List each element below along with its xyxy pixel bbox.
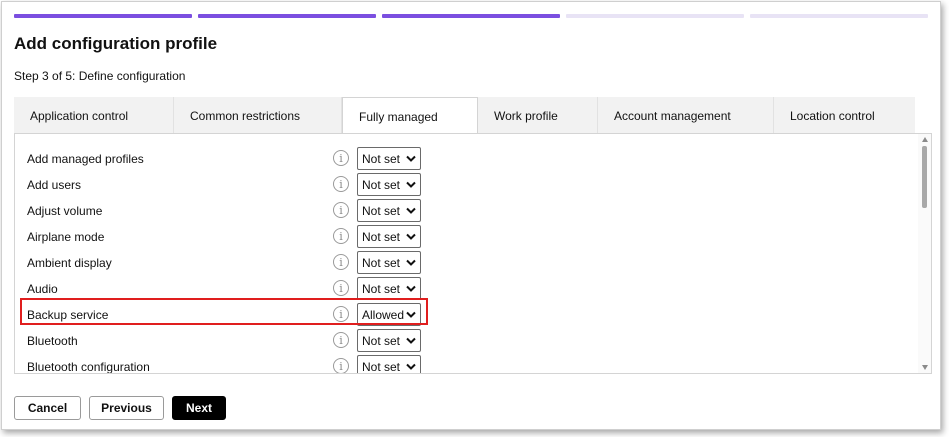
scrollbar[interactable] [918, 134, 931, 373]
info-icon[interactable]: i [333, 150, 349, 166]
chevron-down-icon [406, 363, 416, 370]
setting-select[interactable]: Not set [357, 225, 421, 248]
tab-common-restrictions[interactable]: Common restrictions [174, 97, 342, 133]
setting-select[interactable]: Not set [357, 355, 421, 374]
scrollbar-thumb[interactable] [922, 146, 927, 208]
info-icon[interactable]: i [333, 332, 349, 348]
tab-bar: Application control Common restrictions … [14, 97, 915, 134]
progress-segment-1 [14, 14, 192, 18]
info-icon[interactable]: i [333, 254, 349, 270]
settings-panel: Add managed profiles i Not set Add users… [14, 133, 932, 374]
setting-label: Bluetooth [27, 334, 78, 348]
chevron-down-icon [406, 181, 416, 188]
setting-row: Bluetooth i Not set [15, 328, 445, 354]
progress-segment-3 [382, 14, 560, 18]
setting-select-value: Not set [362, 360, 401, 374]
setting-row: Add users i Not set [15, 172, 445, 198]
progress-segment-5 [750, 14, 928, 18]
tab-work-profile[interactable]: Work profile [478, 97, 598, 133]
progress-bar [14, 14, 928, 18]
setting-label: Add users [27, 178, 82, 192]
setting-label: Bluetooth configuration [27, 360, 150, 374]
progress-segment-4 [566, 14, 744, 18]
highlight-box [20, 298, 428, 325]
setting-select-value: Not set [362, 230, 401, 244]
setting-label: Adjust volume [27, 204, 103, 218]
setting-label: Audio [27, 282, 58, 296]
tab-application-control[interactable]: Application control [14, 97, 174, 133]
chevron-down-icon [406, 155, 416, 162]
page-title: Add configuration profile [14, 34, 218, 53]
info-icon[interactable]: i [333, 280, 349, 296]
setting-select[interactable]: Not set [357, 329, 421, 352]
chevron-down-icon [406, 207, 416, 214]
setting-select[interactable]: Not set [357, 199, 421, 222]
chevron-down-icon [406, 233, 416, 240]
setting-select-value: Not set [362, 204, 401, 218]
setting-row: Add managed profiles i Not set [15, 146, 445, 172]
info-icon[interactable]: i [333, 228, 349, 244]
chevron-down-icon [406, 285, 416, 292]
setting-row: Bluetooth configuration i Not set [15, 354, 445, 374]
setting-label: Airplane mode [27, 230, 105, 244]
chevron-down-icon [406, 337, 416, 344]
previous-button[interactable]: Previous [89, 396, 164, 420]
chevron-down-icon [406, 259, 416, 266]
setting-row: Ambient display i Not set [15, 250, 445, 276]
step-indicator: Step 3 of 5: Define configuration [14, 69, 186, 83]
setting-label: Ambient display [27, 256, 112, 270]
setting-select[interactable]: Not set [357, 277, 421, 300]
setting-label: Add managed profiles [27, 152, 144, 166]
tab-fully-managed[interactable]: Fully managed [342, 97, 478, 134]
setting-row: Airplane mode i Not set [15, 224, 445, 250]
scroll-up-arrow[interactable] [922, 137, 928, 142]
setting-select-value: Not set [362, 256, 401, 270]
next-button[interactable]: Next [172, 396, 226, 420]
setting-select[interactable]: Not set [357, 251, 421, 274]
progress-segment-2 [198, 14, 376, 18]
setting-row: Adjust volume i Not set [15, 198, 445, 224]
setting-select[interactable]: Not set [357, 173, 421, 196]
info-icon[interactable]: i [333, 202, 349, 218]
setting-select-value: Not set [362, 334, 401, 348]
tab-account-management[interactable]: Account management [598, 97, 774, 133]
scroll-down-arrow[interactable] [922, 365, 928, 370]
setting-select-value: Not set [362, 282, 401, 296]
setting-select[interactable]: Not set [357, 147, 421, 170]
info-icon[interactable]: i [333, 358, 349, 373]
setting-select-value: Not set [362, 152, 401, 166]
info-icon[interactable]: i [333, 176, 349, 192]
tab-location-control[interactable]: Location control [774, 97, 915, 133]
cancel-button[interactable]: Cancel [14, 396, 81, 420]
setting-select-value: Not set [362, 178, 401, 192]
